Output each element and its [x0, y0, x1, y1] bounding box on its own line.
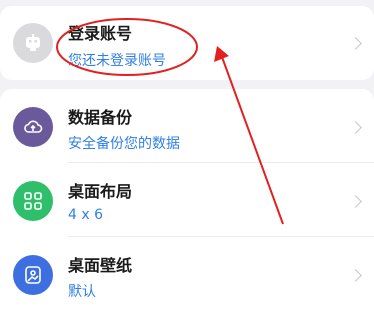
- login-account-row[interactable]: 登录账号 您还未登录账号: [0, 6, 374, 80]
- settings-card: 数据备份 安全备份您的数据 桌面布局 4 x 6 桌面壁纸 默认: [0, 89, 374, 315]
- robot-avatar-icon: [13, 23, 53, 63]
- settings-item-subtitle: 安全备份您的数据: [68, 136, 180, 152]
- chevron-right-icon: [349, 269, 362, 282]
- grid-layout-icon: [13, 181, 53, 221]
- settings-item-title: 桌面壁纸: [68, 256, 133, 275]
- account-card: 登录账号 您还未登录账号: [0, 6, 374, 80]
- settings-item-wallpaper[interactable]: 桌面壁纸 默认: [0, 237, 374, 311]
- cloud-backup-icon: [13, 107, 53, 147]
- settings-item-data-backup[interactable]: 数据备份 安全备份您的数据: [0, 89, 374, 163]
- settings-item-subtitle: 4 x 6: [68, 207, 103, 223]
- chevron-right-icon: [349, 37, 362, 50]
- settings-item-title: 数据备份: [68, 108, 133, 127]
- wallpaper-icon: [13, 255, 53, 295]
- login-account-subtitle: 您还未登录账号: [68, 53, 166, 69]
- chevron-right-icon: [349, 121, 362, 134]
- chevron-right-icon: [349, 195, 362, 208]
- settings-item-subtitle: 默认: [68, 284, 96, 300]
- settings-item-desktop-layout[interactable]: 桌面布局 4 x 6: [0, 163, 374, 237]
- settings-item-title: 桌面布局: [68, 182, 133, 201]
- login-account-title: 登录账号: [68, 24, 133, 43]
